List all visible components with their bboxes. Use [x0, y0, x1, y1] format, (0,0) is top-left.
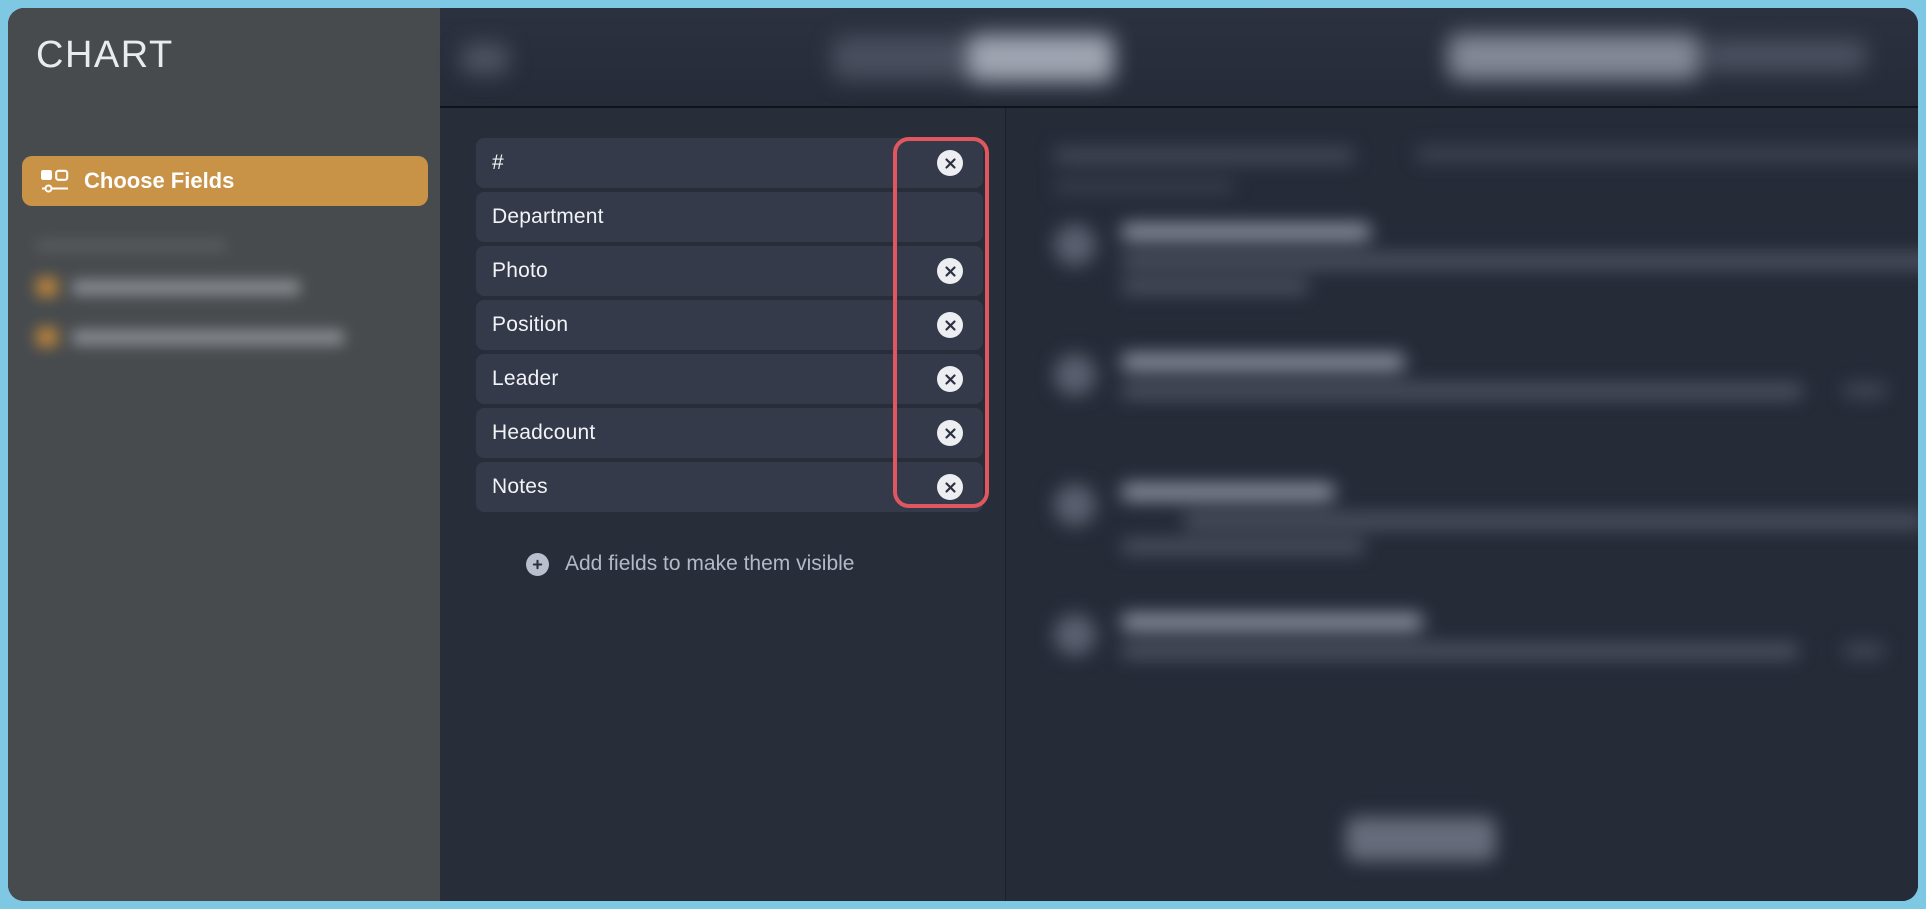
close-icon: [944, 265, 956, 277]
remove-field-button[interactable]: [937, 258, 963, 284]
sidebar-item-label: [72, 279, 300, 295]
fields-panel: # Department Photo Position Leader Headc…: [440, 108, 1006, 901]
field-row-photo[interactable]: Photo: [476, 246, 983, 296]
field-label: Leader: [492, 367, 559, 390]
remove-field-button[interactable]: [937, 420, 963, 446]
sidebar-item-label: [72, 329, 344, 345]
toolbar-action-right[interactable]: [1706, 40, 1866, 72]
remove-field-button[interactable]: [937, 150, 963, 176]
preview-item-line: [1122, 644, 1798, 658]
preview-item-line: [1122, 384, 1802, 398]
sidebar-blurred-item[interactable]: [36, 277, 406, 297]
preview-item-title: [1122, 614, 1422, 630]
preview-item-line: [1122, 254, 1918, 268]
preview-item-title: [1122, 484, 1334, 500]
preview-action-button[interactable]: [1346, 817, 1496, 861]
sidebar-section-label: [36, 240, 226, 251]
view-segment-left[interactable]: [832, 36, 968, 80]
avatar: [1054, 224, 1096, 266]
sidebar-blurred-item[interactable]: [36, 327, 406, 347]
add-fields-button[interactable]: Add fields to make them visible: [526, 552, 854, 576]
view-segment-active[interactable]: [968, 34, 1114, 82]
field-row-notes[interactable]: Notes: [476, 462, 983, 512]
add-fields-label: Add fields to make them visible: [565, 552, 855, 575]
content-area: # Department Photo Position Leader Headc…: [440, 108, 1918, 901]
preview-panel: [1006, 108, 1918, 901]
field-row-department[interactable]: Department: [476, 192, 983, 242]
preview-item-line: [1844, 384, 1886, 397]
sidebar-item-label: Choose Fields: [84, 168, 235, 193]
main-area: # Department Photo Position Leader Headc…: [440, 8, 1918, 901]
field-row-number[interactable]: #: [476, 138, 983, 188]
field-label: Department: [492, 205, 604, 228]
sidebar-item-icon: [36, 277, 58, 297]
field-row-leader[interactable]: Leader: [476, 354, 983, 404]
avatar: [1054, 354, 1096, 396]
close-icon: [944, 319, 956, 331]
preview-item-line: [1844, 644, 1884, 657]
preview-header-line: [1054, 180, 1234, 193]
preview-header-line: [1054, 148, 1354, 163]
avatar: [1054, 484, 1096, 526]
back-button[interactable]: [462, 44, 508, 74]
preview-item-line: [1122, 280, 1308, 293]
sidebar-item-choose-fields[interactable]: Choose Fields: [22, 156, 428, 206]
remove-field-button[interactable]: [937, 366, 963, 392]
field-label: Position: [492, 313, 569, 336]
toolbar-blurred-content: [440, 8, 1918, 106]
avatar: [1054, 614, 1096, 656]
remove-field-button[interactable]: [937, 312, 963, 338]
preview-item-line: [1184, 514, 1918, 528]
preview-item-line: [1122, 540, 1364, 553]
field-row-position[interactable]: Position: [476, 300, 983, 350]
close-icon: [944, 481, 956, 493]
app-window: CHART Choose Fields # Department Photo P…: [8, 8, 1918, 901]
sidebar-blurred-items: [36, 240, 406, 377]
field-label: Headcount: [492, 421, 596, 444]
sidebar: CHART Choose Fields: [8, 8, 440, 901]
close-icon: [944, 373, 956, 385]
field-label: Notes: [492, 475, 548, 498]
close-icon: [944, 427, 956, 439]
plus-circle-icon: [526, 552, 549, 576]
preview-header-line: [1416, 146, 1918, 162]
field-label: Photo: [492, 259, 548, 282]
field-label: #: [492, 151, 504, 174]
field-row-headcount[interactable]: Headcount: [476, 408, 983, 458]
toolbar: [440, 8, 1918, 108]
close-icon: [944, 157, 956, 169]
page-title: CHART: [36, 34, 174, 76]
preview-item-title: [1122, 224, 1370, 240]
fields-list: # Department Photo Position Leader Headc…: [440, 138, 1005, 512]
preview-blurred-content: [1006, 108, 1918, 901]
remove-field-button[interactable]: [937, 474, 963, 500]
fields-layout-icon: [40, 168, 70, 194]
toolbar-action-left[interactable]: [1448, 34, 1700, 80]
sidebar-item-icon: [36, 327, 58, 347]
preview-item-title: [1122, 354, 1404, 370]
